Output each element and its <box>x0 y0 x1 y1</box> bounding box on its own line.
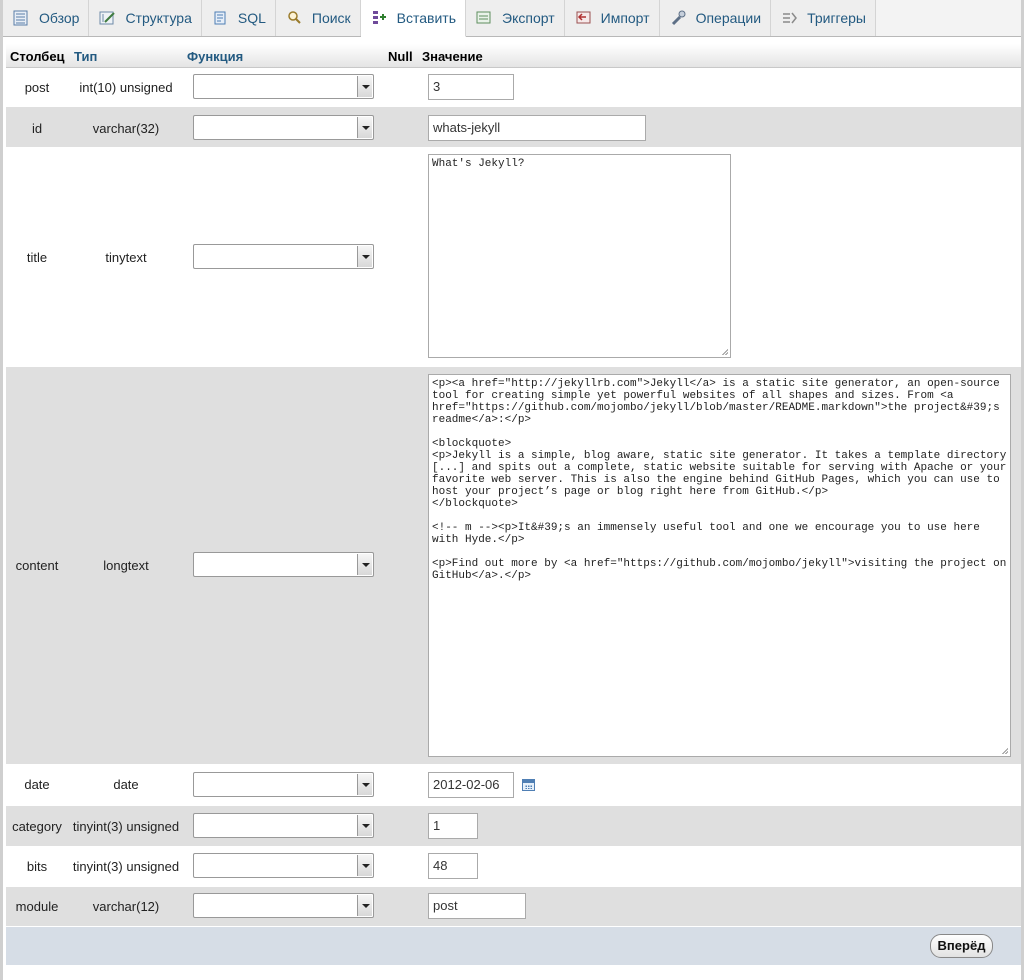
tab-label: Поиск <box>311 10 351 26</box>
tab-structure[interactable]: Структура <box>89 0 202 36</box>
function-select[interactable] <box>193 893 374 918</box>
column-type: tinytext <box>105 250 147 265</box>
tab-triggers[interactable]: Триггеры <box>771 0 876 36</box>
value-input[interactable]: 1 <box>428 813 478 839</box>
table-row: module varchar(12) post <box>6 887 1021 926</box>
chevron-down-icon[interactable] <box>357 117 372 138</box>
column-name: date <box>24 777 50 792</box>
header-function[interactable]: Функция <box>187 49 243 64</box>
tab-operations[interactable]: Операции <box>659 0 772 36</box>
function-select[interactable] <box>193 244 374 269</box>
wrench-icon <box>670 10 688 26</box>
header-null: Null <box>388 49 413 64</box>
table-row: date date 2012-02-06 <box>6 765 1021 805</box>
form-footer: Вперёд <box>6 927 1021 965</box>
value-input[interactable]: 48 <box>428 853 478 879</box>
header-type[interactable]: Тип <box>74 49 97 64</box>
tab-label: Вставить <box>396 10 457 26</box>
tab-label: Экспорт <box>502 10 555 26</box>
tab-label: Структура <box>125 10 192 26</box>
export-icon <box>476 10 494 26</box>
column-type: longtext <box>103 558 149 573</box>
column-type: int(10) unsigned <box>79 80 173 95</box>
tab-search[interactable]: Поиск <box>275 0 361 36</box>
table-row: id varchar(32) whats-jekyll <box>6 107 1021 147</box>
resize-grip-icon[interactable] <box>1000 746 1008 754</box>
calendar-icon[interactable] <box>522 779 535 791</box>
chevron-down-icon[interactable] <box>357 774 372 795</box>
header-value: Значение <box>422 49 483 64</box>
column-name: module <box>15 899 59 914</box>
column-name: content <box>15 558 59 573</box>
tab-label: Обзор <box>39 10 80 26</box>
insert-icon <box>371 10 389 26</box>
table-row: post int(10) unsigned 3 <box>6 68 1021 106</box>
tab-browse[interactable]: Обзор <box>3 0 90 36</box>
table-header: Столбец Тип Функция Null Значение <box>6 44 1021 68</box>
column-name: category <box>12 819 62 834</box>
column-type: tinyint(3) unsigned <box>72 859 180 874</box>
function-select[interactable] <box>193 115 374 140</box>
chevron-down-icon[interactable] <box>357 76 372 97</box>
value-input[interactable]: post <box>428 893 526 919</box>
chevron-down-icon[interactable] <box>357 815 372 836</box>
tab-sql[interactable]: SQL <box>201 0 276 36</box>
function-select[interactable] <box>193 772 374 797</box>
import-icon <box>575 10 593 26</box>
column-type: date <box>113 777 139 792</box>
header-column: Столбец <box>10 49 65 64</box>
function-select[interactable] <box>193 813 374 838</box>
value-input[interactable]: 3 <box>428 74 514 100</box>
triggers-icon <box>781 10 799 26</box>
function-select[interactable] <box>193 853 374 878</box>
search-icon <box>286 10 304 26</box>
value-textarea[interactable]: What's Jekyll? <box>428 154 731 358</box>
tab-bar: Обзор Структура SQL Поиск Вставить Экспо… <box>3 0 1021 37</box>
tab-insert[interactable]: Вставить <box>360 0 467 37</box>
function-select[interactable] <box>193 74 374 99</box>
column-type: varchar(12) <box>92 899 160 914</box>
structure-icon <box>99 10 117 26</box>
date-input[interactable]: 2012-02-06 <box>428 772 514 798</box>
column-type: varchar(32) <box>92 121 160 136</box>
browse-icon <box>13 10 31 26</box>
tab-export[interactable]: Экспорт <box>466 0 565 36</box>
value-textarea[interactable]: <p><a href="http://jekyllrb.com">Jekyll<… <box>428 374 1011 757</box>
table-row: title tinytext What's Jekyll? <box>6 148 1021 366</box>
tab-label: SQL <box>237 10 266 26</box>
tab-label: Триггеры <box>807 10 866 26</box>
chevron-down-icon[interactable] <box>357 855 372 876</box>
table-row: category tinyint(3) unsigned 1 <box>6 806 1021 846</box>
resize-grip-icon[interactable] <box>720 347 728 355</box>
chevron-down-icon[interactable] <box>357 895 372 916</box>
function-select[interactable] <box>193 552 374 577</box>
column-name: post <box>24 80 50 95</box>
tab-label: Операции <box>695 10 762 26</box>
column-name: title <box>26 250 48 265</box>
chevron-down-icon[interactable] <box>357 554 372 575</box>
column-name: bits <box>26 859 48 874</box>
sql-icon <box>212 10 230 26</box>
go-button[interactable]: Вперёд <box>930 934 993 958</box>
table-row: bits tinyint(3) unsigned 48 <box>6 847 1021 886</box>
column-name: id <box>31 121 43 136</box>
value-input[interactable]: whats-jekyll <box>428 115 646 141</box>
tab-label: Импорт <box>600 10 650 26</box>
table-row: content longtext <p><a href="http://jeky… <box>6 367 1021 764</box>
tab-import[interactable]: Импорт <box>564 0 660 36</box>
column-type: tinyint(3) unsigned <box>72 819 180 834</box>
chevron-down-icon[interactable] <box>357 246 372 267</box>
